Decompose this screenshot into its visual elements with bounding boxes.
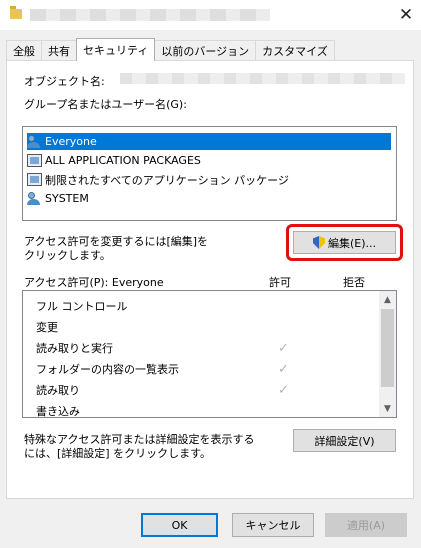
advanced-button[interactable]: 詳細設定(V) <box>293 429 396 452</box>
advanced-hint-line2: には、[詳細設定] をクリックします。 <box>24 447 211 460</box>
scroll-down-icon[interactable]: ▼ <box>379 400 396 417</box>
edit-button-label: 編集(E)... <box>327 236 377 250</box>
permissions-header: アクセス許可(P): Everyone <box>24 276 164 289</box>
deny-column-header: 拒否 <box>343 276 365 289</box>
tab-general[interactable]: 全般 <box>6 40 42 60</box>
permission-row: フォルダーの内容の一覧表示 ✓ <box>36 359 376 379</box>
permission-name: フォルダーの内容の一覧表示 <box>36 363 179 376</box>
allow-check-icon: ✓ <box>278 382 289 398</box>
principal-name: Everyone <box>45 135 97 148</box>
users-icon <box>27 135 42 148</box>
permission-name: 読み取りと実行 <box>36 342 113 355</box>
permission-row: 書き込み <box>36 401 376 418</box>
permissions-list: フル コントロール 変更 読み取りと実行 ✓ フォルダーの内容の一覧表示 ✓ 読… <box>22 290 397 418</box>
permission-row: 読み取り ✓ <box>36 380 376 400</box>
permission-name: 読み取り <box>36 384 80 397</box>
window-title-redacted <box>30 9 270 21</box>
tab-customize[interactable]: カスタマイズ <box>255 40 335 60</box>
properties-dialog: ✕ 全般 共有 セキュリティ 以前のバージョン カスタマイズ オブジェクト名: … <box>0 0 421 548</box>
principals-list[interactable]: Everyone ALL APPLICATION PACKAGES 制限されたす… <box>22 126 397 221</box>
scroll-up-icon[interactable]: ▲ <box>379 291 396 308</box>
permission-row: フル コントロール <box>36 296 376 316</box>
principal-item[interactable]: SYSTEM <box>27 190 391 207</box>
principal-name: SYSTEM <box>45 192 89 205</box>
principal-item[interactable]: ALL APPLICATION PACKAGES <box>27 152 391 169</box>
allow-check-icon: ✓ <box>278 340 289 356</box>
title-bar: ✕ <box>0 0 421 30</box>
permission-name: 変更 <box>36 321 58 334</box>
ok-button[interactable]: OK <box>141 513 218 537</box>
principal-item[interactable]: Everyone <box>27 133 391 150</box>
edit-button[interactable]: 編集(E)... <box>293 231 396 254</box>
principal-name: 制限されたすべてのアプリケーション パッケージ <box>45 173 289 187</box>
object-name-label: オブジェクト名: <box>24 75 105 88</box>
change-hint-line2: クリックします。 <box>24 249 111 262</box>
permission-name: フル コントロール <box>36 300 128 313</box>
principal-item[interactable]: 制限されたすべてのアプリケーション パッケージ <box>27 171 391 188</box>
tab-security[interactable]: セキュリティ <box>76 38 156 61</box>
uac-shield-icon <box>313 236 325 249</box>
users-icon <box>27 192 42 205</box>
apply-button[interactable]: 適用(A) <box>325 513 407 537</box>
allow-check-icon: ✓ <box>278 361 289 377</box>
allow-column-header: 許可 <box>269 276 291 289</box>
principal-name: ALL APPLICATION PACKAGES <box>45 154 201 167</box>
object-path-redacted <box>120 73 405 84</box>
tab-sharing[interactable]: 共有 <box>41 40 77 60</box>
group-user-label: グループ名またはユーザー名(G): <box>24 98 187 111</box>
package-icon <box>27 173 42 186</box>
tab-previous-versions[interactable]: 以前のバージョン <box>154 40 257 60</box>
permission-row: 読み取りと実行 ✓ <box>36 338 376 358</box>
close-button[interactable]: ✕ <box>391 0 421 30</box>
tab-strip: 全般 共有 セキュリティ 以前のバージョン カスタマイズ <box>6 38 335 61</box>
cancel-button[interactable]: キャンセル <box>232 513 314 537</box>
permission-row: 変更 <box>36 317 376 337</box>
folder-icon <box>10 6 22 19</box>
permission-name: 書き込み <box>36 405 80 418</box>
scroll-thumb[interactable] <box>381 309 394 387</box>
package-icon <box>27 154 42 167</box>
permissions-scrollbar[interactable]: ▲ ▼ <box>379 291 396 417</box>
